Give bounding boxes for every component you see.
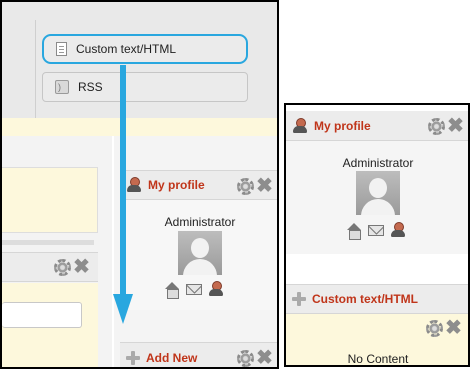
gear-icon[interactable]: [237, 350, 254, 367]
no-content-text: No Content: [347, 352, 409, 366]
custom-text-widget-header: Custom text/HTML: [286, 284, 468, 314]
custom-text-title: Custom text/HTML: [312, 292, 418, 306]
plus-icon: [126, 350, 140, 365]
left-screenshot-panel: Custom text/HTML ) RSS ✖ My profile ✖ Ad…: [0, 0, 279, 369]
close-icon[interactable]: ✖: [256, 176, 273, 196]
gear-icon[interactable]: [237, 178, 254, 195]
mail-icon[interactable]: [368, 224, 384, 236]
home-icon[interactable]: [164, 281, 180, 299]
text-input[interactable]: [2, 302, 82, 328]
gear-icon[interactable]: [428, 118, 445, 135]
user-icon: [292, 117, 308, 134]
drag-arrow: [120, 65, 126, 300]
close-icon[interactable]: ✖: [445, 318, 462, 338]
custom-text-html-widget-button[interactable]: Custom text/HTML: [42, 34, 248, 64]
user-icon[interactable]: [208, 281, 224, 297]
user-icon[interactable]: [390, 222, 406, 238]
admin-name: Administrator: [342, 156, 414, 170]
close-icon[interactable]: ✖: [447, 116, 464, 136]
rss-label: RSS: [78, 80, 103, 94]
left-widget-header: ✖: [2, 252, 98, 282]
rss-icon: ): [55, 80, 69, 94]
custom-text-tools: ✖: [426, 318, 462, 338]
close-icon[interactable]: ✖: [73, 257, 90, 277]
gear-icon[interactable]: [426, 320, 443, 337]
gear-icon[interactable]: [54, 259, 71, 276]
close-icon[interactable]: ✖: [256, 348, 273, 367]
spacer: [286, 254, 468, 284]
my-profile-title: My profile: [148, 178, 205, 192]
column-header-strip: [2, 118, 277, 136]
plus-icon: [292, 292, 306, 306]
right-screenshot-panel: My profile ✖ Administrator Custom text/H…: [284, 103, 470, 367]
avatar: [178, 231, 222, 275]
my-profile-widget-header: My profile ✖: [120, 170, 277, 200]
add-new-title: Add New: [146, 350, 198, 365]
admin-name: Administrator: [164, 215, 236, 229]
rss-widget-button[interactable]: ) RSS: [42, 72, 248, 102]
divider: [35, 20, 36, 118]
profile-actions: [164, 281, 224, 299]
profile-actions: [346, 222, 406, 240]
drag-arrow-head: [113, 294, 133, 324]
avatar: [356, 171, 400, 215]
my-profile-widget-header: My profile ✖: [286, 111, 468, 141]
document-icon: [56, 42, 67, 56]
left-scrollbar[interactable]: [2, 240, 94, 245]
add-new-widget-header: Add New ✖: [120, 342, 277, 367]
custom-text-html-label: Custom text/HTML: [76, 42, 177, 56]
user-icon: [126, 177, 142, 193]
left-widget-body: [2, 167, 98, 233]
my-profile-title: My profile: [314, 118, 371, 133]
mail-icon[interactable]: [186, 283, 202, 295]
home-icon[interactable]: [346, 222, 362, 240]
